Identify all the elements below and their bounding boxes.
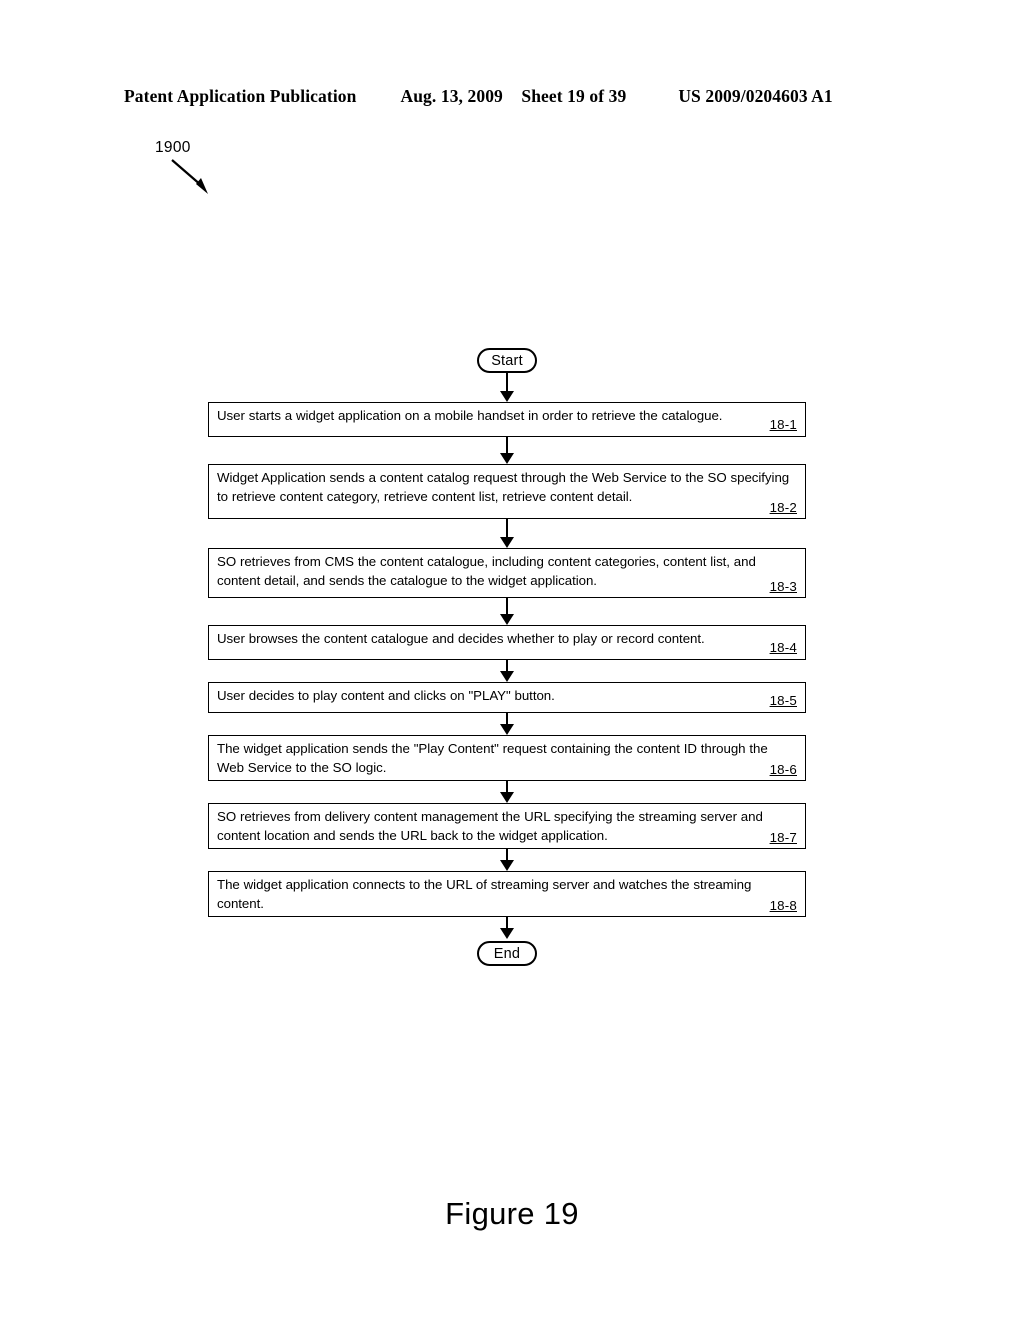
flowchart-start-label: Start — [491, 352, 523, 369]
flowchart-step-8: The widget application connects to the U… — [208, 871, 806, 917]
flowchart-start-terminator: Start — [477, 348, 537, 373]
flowchart-step-1: User starts a widget application on a mo… — [208, 402, 806, 437]
flowchart-step-5-label: 18-5 — [769, 693, 797, 708]
flowchart-step-2-label: 18-2 — [769, 500, 797, 515]
arrowhead-step-1-to-step-2 — [500, 453, 514, 464]
flowchart-step-8-text: The widget application connects to the U… — [217, 877, 752, 911]
arrowhead-start-to-step-1 — [500, 391, 514, 402]
flowchart-step-3: SO retrieves from CMS the content catalo… — [208, 548, 806, 598]
flowchart-step-4: User browses the content catalogue and d… — [208, 625, 806, 660]
flowchart-step-6-text: The widget application sends the "Play C… — [217, 741, 768, 775]
arrowhead-step-7-to-step-8 — [500, 860, 514, 871]
arrowhead-step-3-to-step-4 — [500, 614, 514, 625]
figure-caption: Figure 19 — [445, 1196, 579, 1231]
arrowhead-step-8-to-end — [500, 928, 514, 939]
flowchart-step-1-text: User starts a widget application on a mo… — [217, 408, 723, 423]
flowchart-step-1-label: 18-1 — [769, 417, 797, 432]
flowchart-step-2-text: Widget Application sends a content catal… — [217, 470, 790, 504]
arrowhead-step-6-to-step-7 — [500, 792, 514, 803]
flowchart-step-5: User decides to play content and clicks … — [208, 682, 806, 713]
arrowhead-step-5-to-step-6 — [500, 724, 514, 735]
flowchart-step-3-label: 18-3 — [769, 579, 797, 594]
flowchart-step-6-label: 18-6 — [769, 762, 797, 777]
arrowhead-step-4-to-step-5 — [500, 671, 514, 682]
flowchart-step-6: The widget application sends the "Play C… — [208, 735, 806, 781]
flowchart-step-2: Widget Application sends a content catal… — [208, 464, 806, 519]
arrowhead-step-2-to-step-3 — [500, 537, 514, 548]
flowchart-end-label: End — [493, 945, 521, 962]
flowchart-step-7: SO retrieves from delivery content manag… — [208, 803, 806, 849]
flowchart-step-8-label: 18-8 — [769, 898, 797, 913]
flowchart-step-7-text: SO retrieves from delivery content manag… — [217, 809, 763, 843]
flowchart-step-7-label: 18-7 — [769, 830, 797, 845]
flowchart-step-3-text: SO retrieves from CMS the content catalo… — [217, 554, 756, 588]
flowchart-step-4-text: User browses the content catalogue and d… — [217, 631, 705, 646]
flowchart-step-4-label: 18-4 — [769, 640, 797, 655]
flowchart-end-terminator: End — [477, 941, 537, 966]
flowchart-step-5-text: User decides to play content and clicks … — [217, 688, 555, 703]
flowchart: Start User starts a widget application o… — [0, 0, 1024, 1320]
